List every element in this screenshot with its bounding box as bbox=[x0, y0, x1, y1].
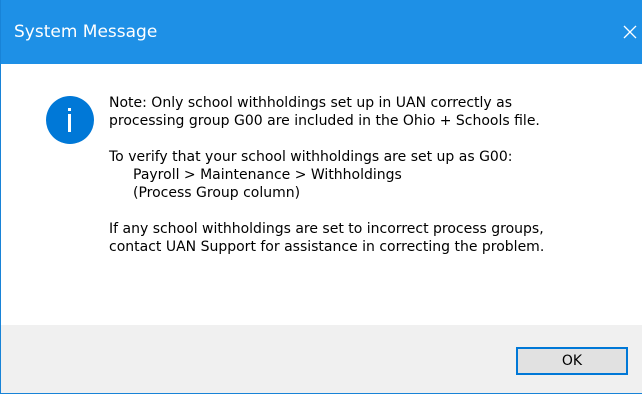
button-bar: OK bbox=[1, 325, 642, 393]
close-button[interactable] bbox=[613, 14, 642, 48]
window-title: System Message bbox=[14, 22, 158, 42]
message-line-5: (Process Group column) bbox=[133, 185, 301, 201]
info-icon bbox=[45, 95, 95, 145]
message-line-4: Payroll > Maintenance > Withholdings bbox=[133, 167, 402, 183]
message-line-3: To verify that your school withholdings … bbox=[109, 149, 513, 165]
message-line-7: contact UAN Support for assistance in co… bbox=[109, 239, 545, 255]
ok-button[interactable]: OK bbox=[516, 347, 628, 375]
close-icon bbox=[623, 25, 637, 39]
message-line-6: If any school withholdings are set to in… bbox=[109, 221, 544, 237]
system-message-dialog: System Message Note: Only school withhol… bbox=[0, 0, 642, 394]
message-line-1: Note: Only school withholdings set up in… bbox=[109, 95, 513, 111]
title-bar[interactable]: System Message bbox=[1, 0, 642, 64]
message-line-2: processing group G00 are included in the… bbox=[109, 113, 540, 129]
